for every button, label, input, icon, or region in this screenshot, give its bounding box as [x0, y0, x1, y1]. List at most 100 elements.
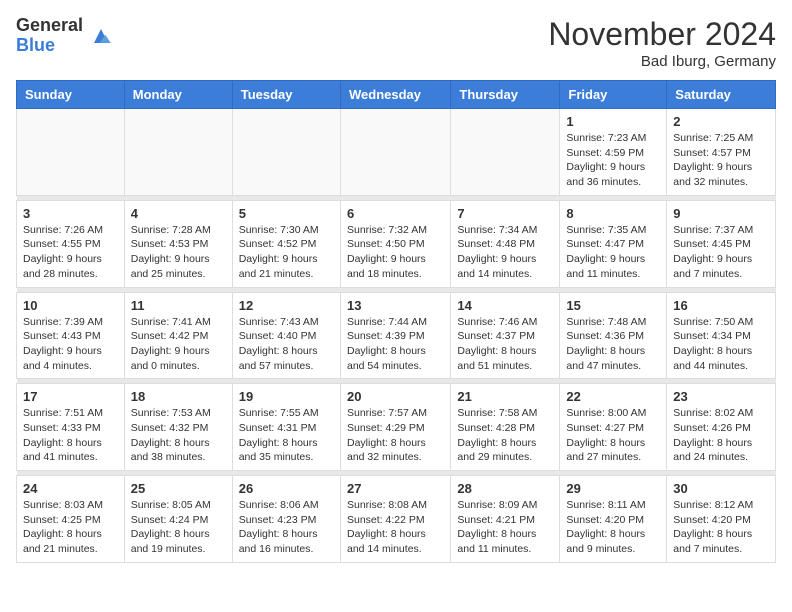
calendar-cell: [17, 109, 125, 196]
day-number: 15: [566, 298, 660, 313]
calendar-cell: 15 Sunrise: 7:48 AM Sunset: 4:36 PM Dayli…: [560, 292, 667, 379]
calendar-cell: 1Sunrise: 7:23 AM Sunset: 4:59 PM Daylig…: [560, 109, 667, 196]
day-info: Sunrise: 7:25 AM Sunset: 4:57 PM Dayligh…: [673, 131, 769, 190]
day-number: 20: [347, 389, 444, 404]
day-number: 29: [566, 481, 660, 496]
calendar-cell: [232, 109, 340, 196]
month-title: November 2024: [548, 16, 776, 53]
calendar-cell: 12Sunrise: 7:43 AM Sunset: 4:40 PM Dayli…: [232, 292, 340, 379]
day-number: 8: [566, 206, 660, 221]
day-info: Sunrise: 7:30 AM Sunset: 4:52 PM Dayligh…: [239, 223, 334, 282]
day-number: 30: [673, 481, 769, 496]
day-info: Sunrise: 7:39 AM Sunset: 4:43 PM Dayligh…: [23, 315, 118, 374]
day-number: 1: [566, 114, 660, 129]
day-info: Sunrise: 7:55 AM Sunset: 4:31 PM Dayligh…: [239, 406, 334, 465]
calendar-cell: 27 Sunrise: 8:08 AM Sunset: 4:22 PM Dayli…: [340, 476, 450, 563]
calendar-cell: 9Sunrise: 7:37 AM Sunset: 4:45 PM Daylig…: [667, 200, 776, 287]
day-number: 6: [347, 206, 444, 221]
day-number: 17: [23, 389, 118, 404]
calendar-cell: 26 Sunrise: 8:06 AM Sunset: 4:23 PM Dayli…: [232, 476, 340, 563]
day-info: Sunrise: 7:28 AM Sunset: 4:53 PM Dayligh…: [131, 223, 226, 282]
calendar-cell: 14 Sunrise: 7:46 AM Sunset: 4:37 PM Dayli…: [451, 292, 560, 379]
day-number: 5: [239, 206, 334, 221]
day-info: Sunrise: 7:32 AM Sunset: 4:50 PM Dayligh…: [347, 223, 444, 282]
day-info: Sunrise: 7:34 AM Sunset: 4:48 PM Dayligh…: [457, 223, 553, 282]
day-number: 27: [347, 481, 444, 496]
day-info: Sunrise: 7:26 AM Sunset: 4:55 PM Dayligh…: [23, 223, 118, 282]
day-number: 21: [457, 389, 553, 404]
day-info: Sunrise: 7:46 AM Sunset: 4:37 PM Dayligh…: [457, 315, 553, 374]
calendar-cell: 28Sunrise: 8:09 AM Sunset: 4:21 PM Dayli…: [451, 476, 560, 563]
logo-blue: Blue: [16, 36, 83, 56]
day-info: Sunrise: 8:00 AM Sunset: 4:27 PM Dayligh…: [566, 406, 660, 465]
calendar-cell: [124, 109, 232, 196]
day-number: 13: [347, 298, 444, 313]
calendar-cell: [451, 109, 560, 196]
day-info: Sunrise: 7:58 AM Sunset: 4:28 PM Dayligh…: [457, 406, 553, 465]
calendar-cell: 8 Sunrise: 7:35 AM Sunset: 4:47 PM Daylig…: [560, 200, 667, 287]
day-info: Sunrise: 7:50 AM Sunset: 4:34 PM Dayligh…: [673, 315, 769, 374]
calendar-cell: 29 Sunrise: 8:11 AM Sunset: 4:20 PM Dayli…: [560, 476, 667, 563]
logo: General Blue: [16, 16, 115, 56]
calendar-cell: 24Sunrise: 8:03 AM Sunset: 4:25 PM Dayli…: [17, 476, 125, 563]
day-number: 25: [131, 481, 226, 496]
calendar-header-monday: Monday: [124, 81, 232, 109]
day-number: 26: [239, 481, 334, 496]
calendar-cell: 11 Sunrise: 7:41 AM Sunset: 4:42 PM Dayli…: [124, 292, 232, 379]
calendar-header-saturday: Saturday: [667, 81, 776, 109]
day-number: 14: [457, 298, 553, 313]
day-info: Sunrise: 8:08 AM Sunset: 4:22 PM Dayligh…: [347, 498, 444, 557]
calendar-header-sunday: Sunday: [17, 81, 125, 109]
calendar-week-5: 24Sunrise: 8:03 AM Sunset: 4:25 PM Dayli…: [17, 476, 776, 563]
title-block: November 2024 Bad Iburg, Germany: [548, 16, 776, 70]
page-header: General Blue November 2024 Bad Iburg, Ge…: [16, 16, 776, 70]
calendar-table: SundayMondayTuesdayWednesdayThursdayFrid…: [16, 80, 776, 563]
day-info: Sunrise: 7:48 AM Sunset: 4:36 PM Dayligh…: [566, 315, 660, 374]
day-number: 11: [131, 298, 226, 313]
calendar-week-4: 17 Sunrise: 7:51 AM Sunset: 4:33 PM Dayli…: [17, 384, 776, 471]
day-info: Sunrise: 8:06 AM Sunset: 4:23 PM Dayligh…: [239, 498, 334, 557]
day-info: Sunrise: 8:05 AM Sunset: 4:24 PM Dayligh…: [131, 498, 226, 557]
logo-icon: [87, 22, 115, 50]
calendar-cell: 16 Sunrise: 7:50 AM Sunset: 4:34 PM Dayli…: [667, 292, 776, 379]
calendar-cell: 25 Sunrise: 8:05 AM Sunset: 4:24 PM Dayli…: [124, 476, 232, 563]
day-info: Sunrise: 8:11 AM Sunset: 4:20 PM Dayligh…: [566, 498, 660, 557]
day-number: 18: [131, 389, 226, 404]
day-info: Sunrise: 8:02 AM Sunset: 4:26 PM Dayligh…: [673, 406, 769, 465]
calendar-cell: 20 Sunrise: 7:57 AM Sunset: 4:29 PM Dayli…: [340, 384, 450, 471]
calendar-cell: 17 Sunrise: 7:51 AM Sunset: 4:33 PM Dayli…: [17, 384, 125, 471]
day-info: Sunrise: 8:09 AM Sunset: 4:21 PM Dayligh…: [457, 498, 553, 557]
day-info: Sunrise: 7:35 AM Sunset: 4:47 PM Dayligh…: [566, 223, 660, 282]
calendar-cell: 10 Sunrise: 7:39 AM Sunset: 4:43 PM Dayli…: [17, 292, 125, 379]
day-info: Sunrise: 8:03 AM Sunset: 4:25 PM Dayligh…: [23, 498, 118, 557]
logo-general: General: [16, 16, 83, 36]
day-number: 3: [23, 206, 118, 221]
calendar-header-row: SundayMondayTuesdayWednesdayThursdayFrid…: [17, 81, 776, 109]
calendar-week-3: 10 Sunrise: 7:39 AM Sunset: 4:43 PM Dayli…: [17, 292, 776, 379]
calendar-cell: 3 Sunrise: 7:26 AM Sunset: 4:55 PM Daylig…: [17, 200, 125, 287]
calendar-cell: 6 Sunrise: 7:32 AM Sunset: 4:50 PM Daylig…: [340, 200, 450, 287]
day-number: 10: [23, 298, 118, 313]
calendar-header-friday: Friday: [560, 81, 667, 109]
day-info: Sunrise: 7:41 AM Sunset: 4:42 PM Dayligh…: [131, 315, 226, 374]
calendar-week-1: 1Sunrise: 7:23 AM Sunset: 4:59 PM Daylig…: [17, 109, 776, 196]
calendar-week-2: 3 Sunrise: 7:26 AM Sunset: 4:55 PM Daylig…: [17, 200, 776, 287]
calendar-cell: 2Sunrise: 7:25 AM Sunset: 4:57 PM Daylig…: [667, 109, 776, 196]
calendar-cell: 30Sunrise: 8:12 AM Sunset: 4:20 PM Dayli…: [667, 476, 776, 563]
location: Bad Iburg, Germany: [548, 53, 776, 70]
day-info: Sunrise: 7:57 AM Sunset: 4:29 PM Dayligh…: [347, 406, 444, 465]
calendar-cell: 21 Sunrise: 7:58 AM Sunset: 4:28 PM Dayli…: [451, 384, 560, 471]
day-number: 7: [457, 206, 553, 221]
calendar-cell: [340, 109, 450, 196]
day-number: 23: [673, 389, 769, 404]
calendar-cell: 18Sunrise: 7:53 AM Sunset: 4:32 PM Dayli…: [124, 384, 232, 471]
day-info: Sunrise: 7:44 AM Sunset: 4:39 PM Dayligh…: [347, 315, 444, 374]
day-number: 12: [239, 298, 334, 313]
calendar-header-thursday: Thursday: [451, 81, 560, 109]
calendar-cell: 5 Sunrise: 7:30 AM Sunset: 4:52 PM Daylig…: [232, 200, 340, 287]
calendar-cell: 4Sunrise: 7:28 AM Sunset: 4:53 PM Daylig…: [124, 200, 232, 287]
calendar-cell: 13 Sunrise: 7:44 AM Sunset: 4:39 PM Dayli…: [340, 292, 450, 379]
day-info: Sunrise: 7:51 AM Sunset: 4:33 PM Dayligh…: [23, 406, 118, 465]
day-info: Sunrise: 7:37 AM Sunset: 4:45 PM Dayligh…: [673, 223, 769, 282]
day-number: 16: [673, 298, 769, 313]
